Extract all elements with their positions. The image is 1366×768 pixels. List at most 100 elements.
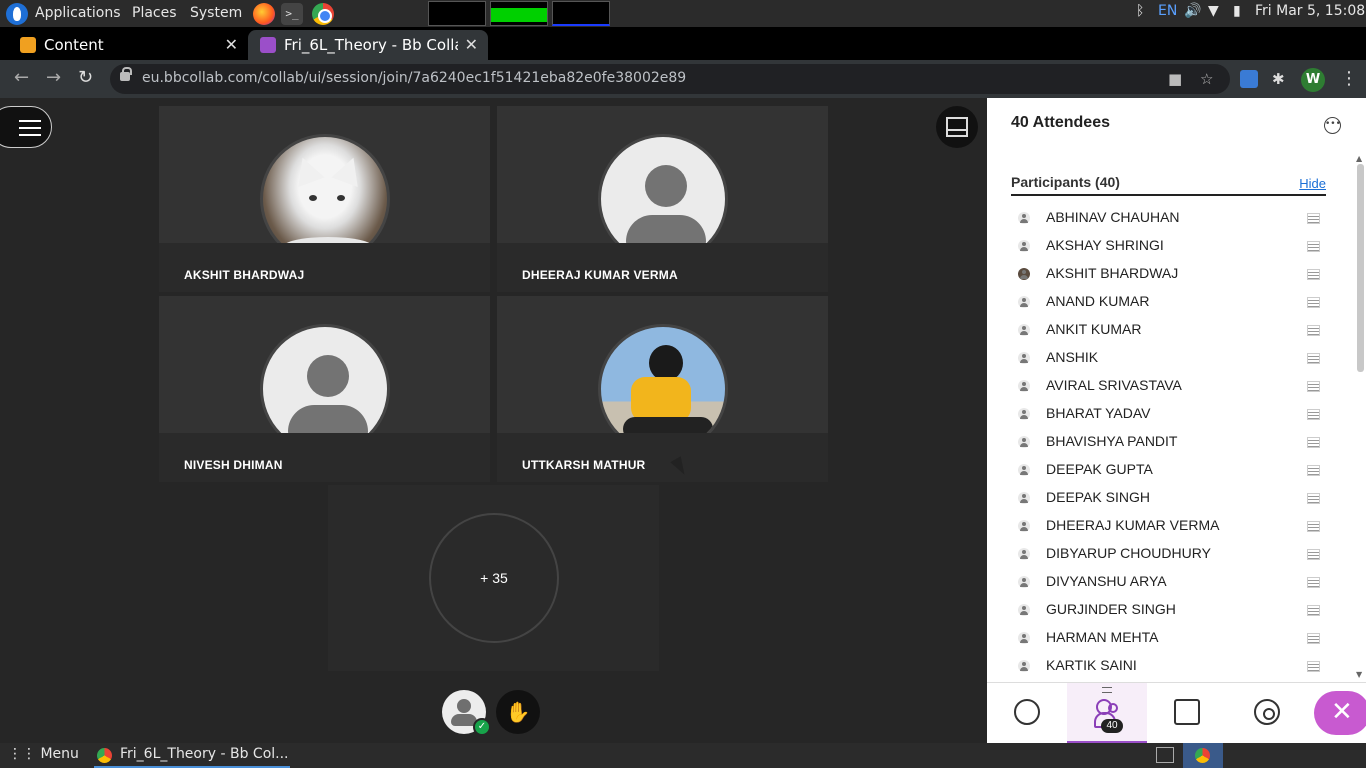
avatar-head bbox=[307, 355, 349, 397]
participant-name: DEEPAK SINGH bbox=[1046, 489, 1150, 505]
scroll-thumb[interactable] bbox=[1357, 164, 1364, 372]
video-tile[interactable]: NIVESH DHIMAN bbox=[159, 296, 490, 482]
participant-row[interactable]: HARMAN MEHTA bbox=[1011, 624, 1326, 652]
participant-options-icon[interactable] bbox=[1307, 381, 1320, 392]
reload-icon[interactable]: ↻ bbox=[78, 67, 93, 88]
terminal-launcher-icon[interactable]: >_ bbox=[281, 3, 303, 25]
participant-options-icon[interactable] bbox=[1307, 661, 1320, 672]
participant-options-icon[interactable] bbox=[1307, 353, 1320, 364]
places-menu[interactable]: Places bbox=[132, 5, 177, 21]
volume-icon[interactable]: 🔊 bbox=[1184, 3, 1201, 19]
close-tab-icon[interactable]: ✕ bbox=[225, 30, 238, 60]
participant-row[interactable]: KARTIK SAINI bbox=[1011, 652, 1326, 680]
screenshot-tool-icon[interactable] bbox=[1156, 747, 1174, 763]
chrome-launcher-icon[interactable] bbox=[312, 3, 334, 25]
close-tab-icon[interactable]: ✕ bbox=[465, 30, 478, 60]
url-text[interactable]: eu.bbcollab.com/collab/ui/session/join/7… bbox=[142, 70, 686, 86]
workspace-2[interactable] bbox=[490, 1, 548, 26]
video-tile[interactable]: DHEERAJ KUMAR VERMA bbox=[497, 106, 828, 292]
participant-row[interactable]: ANKIT KUMAR bbox=[1011, 316, 1326, 344]
participant-options-icon[interactable] bbox=[1307, 605, 1320, 616]
eye bbox=[337, 195, 345, 201]
attendees-button[interactable]: 40 bbox=[1067, 683, 1147, 744]
participant-name: BHARAT YADAV bbox=[1046, 405, 1151, 421]
scroll-down-icon[interactable]: ▼ bbox=[1356, 670, 1362, 679]
participant-options-icon[interactable] bbox=[1307, 633, 1320, 644]
video-tile[interactable]: AKSHIT BHARDWAJ bbox=[159, 106, 490, 292]
chat-button[interactable] bbox=[987, 683, 1067, 744]
participant-avatar-icon bbox=[1018, 212, 1030, 224]
forward-icon[interactable]: → bbox=[46, 67, 61, 88]
bluetooth-icon[interactable]: ᛒ bbox=[1136, 3, 1144, 19]
participant-options-icon[interactable] bbox=[1307, 297, 1320, 308]
hide-participants-link[interactable]: Hide bbox=[1299, 176, 1326, 191]
scroll-up-icon[interactable]: ▲ bbox=[1356, 154, 1362, 163]
eye bbox=[309, 195, 317, 201]
chrome-tray-button[interactable] bbox=[1183, 743, 1223, 768]
extensions-puzzle-icon[interactable]: ✱ bbox=[1272, 70, 1290, 88]
address-bar[interactable]: eu.bbcollab.com/collab/ui/session/join/7… bbox=[110, 64, 1230, 94]
more-attendees-tile[interactable]: + 35 bbox=[328, 485, 659, 671]
participant-row[interactable]: DEEPAK SINGH bbox=[1011, 484, 1326, 512]
participant-row[interactable]: ANSHIK bbox=[1011, 344, 1326, 372]
tab-content[interactable]: Content ✕ bbox=[8, 30, 248, 60]
taskbar-window-button[interactable]: Fri_6L_Theory - Bb Col... bbox=[94, 743, 290, 768]
tab-collab-session[interactable]: Fri_6L_Theory - Bb Collab ✕ bbox=[248, 30, 488, 60]
settings-button[interactable] bbox=[1227, 683, 1307, 744]
participant-row[interactable]: ABHINAV CHAUHAN bbox=[1011, 204, 1326, 232]
raise-hand-button[interactable]: ✋ bbox=[496, 690, 540, 734]
participant-row[interactable]: DHEERAJ KUMAR VERMA bbox=[1011, 512, 1326, 540]
video-tile[interactable]: UTTKARSH MATHUR bbox=[497, 296, 828, 482]
participant-options-icon[interactable] bbox=[1307, 521, 1320, 532]
keyboard-layout-indicator[interactable]: EN bbox=[1158, 3, 1177, 19]
participant-options-icon[interactable] bbox=[1307, 465, 1320, 476]
start-menu-button[interactable]: ⋮⋮ Menu bbox=[8, 746, 79, 762]
participant-row[interactable]: BHARAT YADAV bbox=[1011, 400, 1326, 428]
photo-torso bbox=[631, 377, 691, 422]
participant-row[interactable]: DIBYARUP CHOUDHURY bbox=[1011, 540, 1326, 568]
bookmark-star-icon[interactable]: ☆ bbox=[1200, 70, 1213, 88]
clock[interactable]: Fri Mar 5, 15:08 bbox=[1255, 3, 1365, 19]
participant-options-icon[interactable] bbox=[1307, 493, 1320, 504]
hamburger-line bbox=[19, 134, 41, 136]
participant-options-icon[interactable] bbox=[1307, 241, 1320, 252]
browser-menu-icon[interactable]: ⋮ bbox=[1340, 68, 1358, 89]
wifi-icon[interactable]: ▼ bbox=[1208, 3, 1219, 19]
participant-options-icon[interactable] bbox=[1307, 213, 1320, 224]
layout-toggle-button[interactable] bbox=[936, 106, 978, 148]
camera-indicator-icon[interactable]: ■ bbox=[1168, 70, 1182, 88]
close-panel-button[interactable]: ✕ bbox=[1314, 691, 1366, 735]
workspace-3[interactable] bbox=[552, 1, 610, 26]
participant-options-icon[interactable] bbox=[1307, 549, 1320, 560]
session-menu-button[interactable] bbox=[0, 106, 52, 148]
participant-row[interactable]: AVIRAL SRIVASTAVA bbox=[1011, 372, 1326, 400]
extension-icon[interactable] bbox=[1240, 70, 1258, 88]
participant-row[interactable]: AKSHIT BHARDWAJ bbox=[1011, 260, 1326, 288]
checkmark-icon: ✓ bbox=[473, 718, 491, 736]
participant-options-icon[interactable] bbox=[1307, 409, 1320, 420]
more-options-icon[interactable]: ••• bbox=[1324, 117, 1341, 134]
participant-row[interactable]: GURJINDER SINGH bbox=[1011, 596, 1326, 624]
participant-row[interactable]: DEEPAK GUPTA bbox=[1011, 456, 1326, 484]
participant-row[interactable]: DIVYANSHU ARYA bbox=[1011, 568, 1326, 596]
profile-avatar[interactable]: W bbox=[1301, 68, 1325, 92]
participant-row[interactable]: ANAND KUMAR bbox=[1011, 288, 1326, 316]
system-menu[interactable]: System bbox=[190, 5, 242, 21]
participant-row[interactable]: AKSHAY SHRINGI bbox=[1011, 232, 1326, 260]
participant-row[interactable]: BHAVISHYA PANDIT bbox=[1011, 428, 1326, 456]
applications-menu[interactable]: Applications bbox=[35, 5, 121, 21]
back-icon[interactable]: ← bbox=[14, 67, 29, 88]
participant-name: ANSHIK bbox=[1046, 349, 1099, 365]
more-attendees-count[interactable]: + 35 bbox=[429, 513, 559, 643]
participant-options-icon[interactable] bbox=[1307, 325, 1320, 336]
participant-avatar-icon bbox=[1018, 464, 1030, 476]
distro-logo-icon[interactable] bbox=[6, 3, 28, 25]
battery-icon[interactable]: ▮ bbox=[1233, 3, 1241, 19]
firefox-launcher-icon[interactable] bbox=[253, 3, 275, 25]
share-content-button[interactable] bbox=[1147, 683, 1227, 744]
participant-scrollbar[interactable]: ▲ ▼ bbox=[1354, 154, 1366, 682]
participant-options-icon[interactable] bbox=[1307, 577, 1320, 588]
participant-options-icon[interactable] bbox=[1307, 437, 1320, 448]
workspace-1[interactable] bbox=[428, 1, 486, 26]
participant-options-icon[interactable] bbox=[1307, 269, 1320, 280]
